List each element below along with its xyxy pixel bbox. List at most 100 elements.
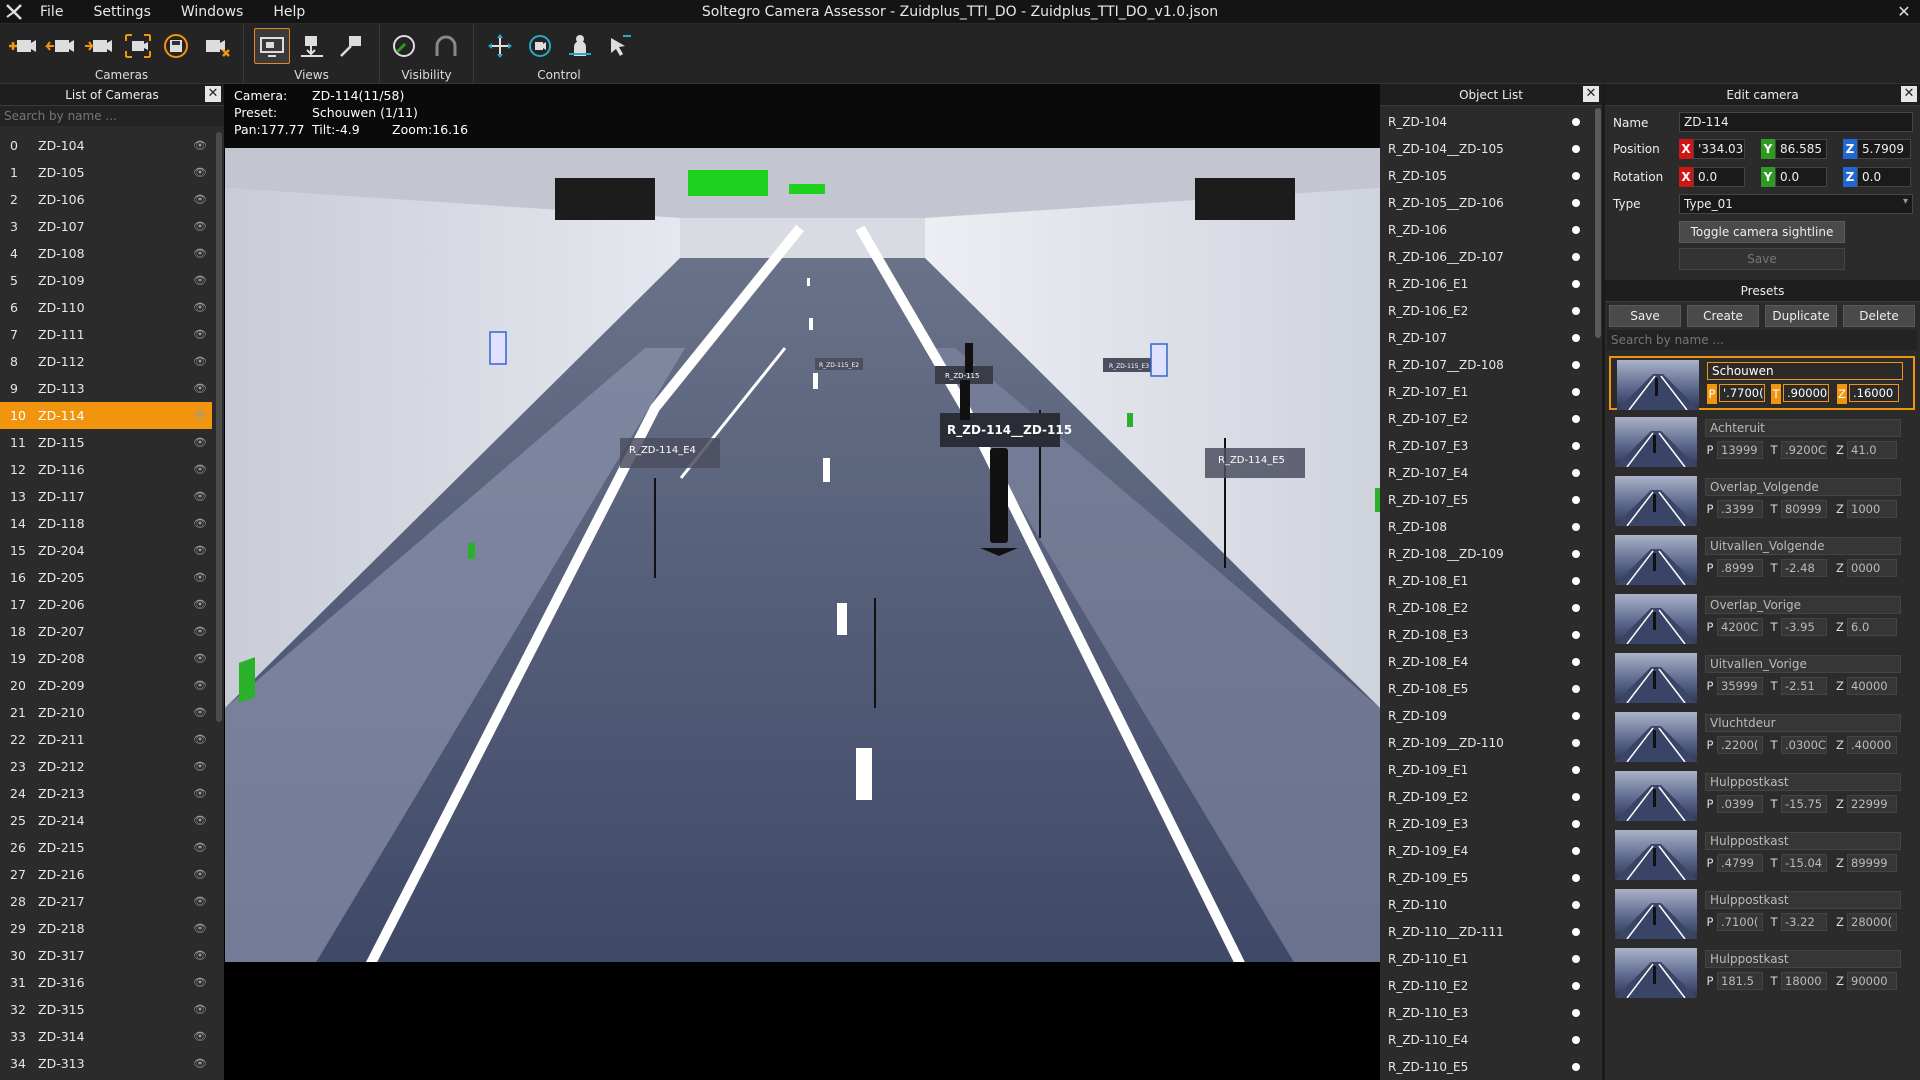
preset-zoom-field[interactable]: 22999: [1847, 795, 1897, 813]
camera-list-item[interactable]: 1 ZD-105 👁: [0, 159, 212, 186]
object-list-item[interactable]: R_ZD-109_E2: [1380, 783, 1592, 810]
preset-search-input[interactable]: [1607, 330, 1917, 350]
preset-tilt-field[interactable]: -3.95: [1781, 618, 1827, 636]
visibility-eye-icon[interactable]: 👁: [188, 976, 212, 989]
preset-thumbnail[interactable]: [1615, 476, 1697, 526]
preset-tilt-field[interactable]: -15.04: [1781, 854, 1827, 872]
preset-name[interactable]: Overlap_Vorige: [1705, 596, 1901, 614]
visibility-eye-icon[interactable]: 👁: [188, 220, 212, 233]
preset-item[interactable]: Uitvallen_Vorige P 35999 T -2.51 Z 40000: [1609, 651, 1915, 705]
visibility-eye-icon[interactable]: 👁: [188, 814, 212, 827]
camera-forward-icon[interactable]: [80, 28, 116, 64]
object-list-item[interactable]: R_ZD-109: [1380, 702, 1592, 729]
visibility-dot-icon[interactable]: [1572, 873, 1580, 882]
visibility-eye-icon[interactable]: 👁: [188, 706, 212, 719]
object-list-item[interactable]: R_ZD-104: [1380, 108, 1592, 135]
preset-zoom-field[interactable]: 28000(: [1847, 913, 1897, 931]
preset-zoom-field[interactable]: 90000: [1847, 972, 1897, 990]
object-list-item[interactable]: R_ZD-107: [1380, 324, 1592, 351]
camera-list-item[interactable]: 32 ZD-315 👁: [0, 996, 212, 1023]
position-x-field[interactable]: '334.03: [1693, 139, 1745, 159]
visibility-dot-icon[interactable]: [1572, 684, 1580, 693]
visibility-eye-icon[interactable]: 👁: [188, 139, 212, 152]
object-list-item[interactable]: R_ZD-105: [1380, 162, 1592, 189]
pointer-view-icon[interactable]: [334, 28, 370, 64]
visibility-dot-icon[interactable]: [1572, 360, 1580, 369]
visibility-eye-icon[interactable]: 👁: [188, 652, 212, 665]
preset-zoom-field[interactable]: 89999: [1847, 854, 1897, 872]
save-camera-icon[interactable]: [158, 28, 194, 64]
visibility-eye-icon[interactable]: 👁: [188, 949, 212, 962]
delete-preset-button[interactable]: Delete: [1843, 305, 1915, 327]
visibility-eye-icon[interactable]: 👁: [188, 733, 212, 746]
camera-list-item[interactable]: 23 ZD-212 👁: [0, 753, 212, 780]
add-camera-icon[interactable]: [4, 28, 40, 64]
save-camera-button[interactable]: Save: [1679, 248, 1845, 270]
object-list-item[interactable]: R_ZD-108_E4: [1380, 648, 1592, 675]
preset-zoom-field[interactable]: 0000: [1847, 559, 1897, 577]
visibility-dot-icon[interactable]: [1572, 117, 1580, 126]
camera-list-item[interactable]: 3 ZD-107 👁: [0, 213, 212, 240]
download-view-icon[interactable]: [294, 28, 330, 64]
visibility-dot-icon[interactable]: [1572, 387, 1580, 396]
menu-help[interactable]: Help: [261, 4, 323, 20]
camera-list-item[interactable]: 15 ZD-204 👁: [0, 537, 212, 564]
preset-thumbnail[interactable]: [1615, 889, 1697, 939]
object-list-item[interactable]: R_ZD-110: [1380, 891, 1592, 918]
close-camera-list-icon[interactable]: ✕: [205, 86, 221, 102]
preset-item[interactable]: Overlap_Vorige P 4200C T -3.95 Z 6.0: [1609, 592, 1915, 646]
delete-camera-icon[interactable]: [198, 28, 234, 64]
camera-list-item[interactable]: 12 ZD-116 👁: [0, 456, 212, 483]
preset-tilt-field[interactable]: 18000: [1781, 972, 1827, 990]
preset-item[interactable]: Hulppostkast P .0399 T -15.75 Z 22999: [1609, 769, 1915, 823]
close-object-list-icon[interactable]: ✕: [1583, 86, 1599, 102]
camera-list-item[interactable]: 16 ZD-205 👁: [0, 564, 212, 591]
camera-list-item[interactable]: 33 ZD-314 👁: [0, 1023, 212, 1050]
preset-pan-field[interactable]: .3399: [1717, 500, 1763, 518]
camera-list-item[interactable]: 9 ZD-113 👁: [0, 375, 212, 402]
visibility-dot-icon[interactable]: [1572, 954, 1580, 963]
preset-tilt-field[interactable]: -3.22: [1781, 913, 1827, 931]
visibility-dot-icon[interactable]: [1572, 252, 1580, 261]
camera-list-item[interactable]: 4 ZD-108 👁: [0, 240, 212, 267]
camera-back-icon[interactable]: [42, 28, 78, 64]
visibility-eye-icon[interactable]: 👁: [188, 1030, 212, 1043]
camera-list-item[interactable]: 22 ZD-211 👁: [0, 726, 212, 753]
preset-pan-field[interactable]: '.7700(: [1719, 384, 1765, 402]
preset-name[interactable]: Achteruit: [1705, 419, 1901, 437]
object-list-item[interactable]: R_ZD-104__ZD-105: [1380, 135, 1592, 162]
object-list-item[interactable]: R_ZD-108__ZD-109: [1380, 540, 1592, 567]
preset-pan-field[interactable]: .4799: [1717, 854, 1763, 872]
visibility-dot-icon[interactable]: [1572, 522, 1580, 531]
visibility-eye-icon[interactable]: 👁: [188, 355, 212, 368]
camera-list-item[interactable]: 5 ZD-109 👁: [0, 267, 212, 294]
visibility-dot-icon[interactable]: [1572, 630, 1580, 639]
preset-tilt-field[interactable]: .90000: [1783, 384, 1829, 402]
visibility-dot-icon[interactable]: [1572, 171, 1580, 180]
visibility-eye-icon[interactable]: 👁: [188, 598, 212, 611]
preset-name[interactable]: Vluchtdeur: [1705, 714, 1901, 732]
preset-zoom-field[interactable]: 6.0: [1847, 618, 1897, 636]
object-list-item[interactable]: R_ZD-106__ZD-107: [1380, 243, 1592, 270]
preset-thumbnail[interactable]: [1615, 948, 1697, 998]
preset-zoom-field[interactable]: .16000: [1849, 384, 1899, 402]
object-list-item[interactable]: R_ZD-110_E1: [1380, 945, 1592, 972]
camera-list-item[interactable]: 21 ZD-210 👁: [0, 699, 212, 726]
object-list-item[interactable]: R_ZD-105__ZD-106: [1380, 189, 1592, 216]
visibility-eye-icon[interactable]: 👁: [188, 247, 212, 260]
preset-name[interactable]: Schouwen: [1707, 362, 1903, 380]
camera-search-input[interactable]: [0, 106, 224, 126]
preset-thumbnail[interactable]: [1617, 360, 1699, 410]
preset-tilt-field[interactable]: -2.51: [1781, 677, 1827, 695]
visibility-dot-icon[interactable]: [1572, 603, 1580, 612]
visibility-eye-icon[interactable]: 👁: [188, 301, 212, 314]
preset-pan-field[interactable]: 181.5: [1717, 972, 1763, 990]
preset-item[interactable]: Hulppostkast P .4799 T -15.04 Z 89999: [1609, 828, 1915, 882]
visibility-dot-icon[interactable]: [1572, 414, 1580, 423]
preset-pan-field[interactable]: 13999: [1717, 441, 1763, 459]
camera-list-item[interactable]: 20 ZD-209 👁: [0, 672, 212, 699]
visibility-eye-icon[interactable]: 👁: [188, 517, 212, 530]
visibility-dot-icon[interactable]: [1572, 792, 1580, 801]
visibility-eye-icon[interactable]: 👁: [188, 1003, 212, 1016]
person-control-icon[interactable]: [562, 28, 598, 64]
